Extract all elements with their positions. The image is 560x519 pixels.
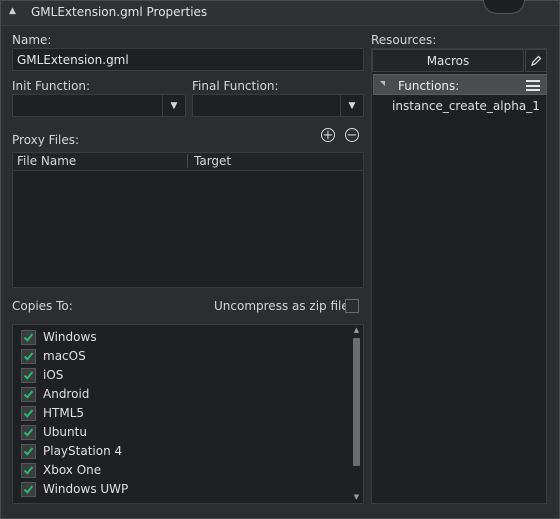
platform-checkbox[interactable]: [21, 330, 36, 345]
final-function-label: Final Function:: [192, 79, 279, 93]
checkmark-icon: [23, 466, 34, 475]
uncompress-checkbox[interactable]: [345, 299, 359, 313]
platform-label: iOS: [43, 368, 64, 382]
function-item[interactable]: instance_create_alpha_1: [392, 99, 540, 113]
scroll-up-icon[interactable]: ▲: [351, 326, 362, 335]
platform-label: PlayStation 4: [43, 444, 123, 458]
checkmark-icon: [23, 485, 34, 494]
functions-header[interactable]: Functions:: [373, 74, 547, 95]
proxy-files-label: Proxy Files:: [12, 133, 80, 147]
column-file-name[interactable]: File Name: [17, 154, 76, 168]
functions-label: Functions:: [398, 79, 460, 93]
platform-checkbox[interactable]: [21, 406, 36, 421]
platform-checkbox[interactable]: [21, 368, 36, 383]
checkmark-icon: [23, 333, 34, 342]
window-notch: [483, 0, 525, 14]
checkmark-icon: [23, 428, 34, 437]
checkmark-icon: [23, 409, 34, 418]
platforms-list[interactable]: Windows macOS iOS Android HTML5 Ubuntu PlaySta…: [12, 324, 364, 504]
init-function-label: Init Function:: [12, 79, 91, 93]
platform-row[interactable]: Ubuntu: [19, 423, 349, 442]
platform-row[interactable]: Windows: [19, 328, 349, 347]
name-label: Name:: [12, 33, 52, 47]
column-target[interactable]: Target: [194, 154, 231, 168]
copies-to-label: Copies To:: [12, 299, 73, 313]
platform-row[interactable]: PlayStation 4: [19, 442, 349, 461]
remove-proxy-icon[interactable]: −: [345, 128, 359, 142]
table-header: File Name Target: [13, 153, 363, 171]
menu-icon[interactable]: [526, 80, 540, 91]
platform-row[interactable]: Xbox One: [19, 461, 349, 480]
macros-button[interactable]: Macros: [372, 49, 524, 72]
resources-panel: Macros Functions: instance_create_alpha_…: [371, 48, 547, 504]
platform-row[interactable]: macOS: [19, 347, 349, 366]
platform-label: Xbox One: [43, 463, 102, 477]
platform-label: HTML5: [43, 406, 85, 420]
chevron-down-icon[interactable]: ▼: [162, 95, 185, 116]
platform-label: Windows UWP: [43, 482, 129, 496]
platform-checkbox[interactable]: [21, 463, 36, 478]
platform-checkbox[interactable]: [21, 349, 36, 364]
macros-label: Macros: [426, 53, 470, 68]
resources-label: Resources:: [371, 33, 437, 47]
platforms-scrollbar[interactable]: ▲ ▼: [351, 326, 362, 502]
column-divider[interactable]: [187, 154, 188, 168]
platform-checkbox[interactable]: [21, 482, 36, 497]
platform-row[interactable]: iOS: [19, 366, 349, 385]
platform-row[interactable]: HTML5: [19, 404, 349, 423]
uncompress-label: Uncompress as zip file: [214, 299, 349, 313]
platform-checkbox[interactable]: [21, 444, 36, 459]
platform-label: Android: [43, 387, 90, 401]
properties-window: ▲ GMLExtension.gml Properties Name: GMLE…: [0, 0, 560, 519]
platform-label: Ubuntu: [43, 425, 87, 439]
window-title: GMLExtension.gml Properties: [31, 5, 208, 19]
scroll-thumb[interactable]: [353, 338, 360, 466]
scroll-down-icon[interactable]: ▼: [351, 493, 362, 502]
platform-label: Windows: [43, 330, 97, 344]
pencil-icon[interactable]: [525, 49, 547, 72]
checkmark-icon: [23, 371, 34, 380]
proxy-files-table[interactable]: File Name Target: [12, 152, 364, 288]
name-input[interactable]: GMLExtension.gml: [12, 48, 364, 71]
add-proxy-icon[interactable]: +: [321, 128, 335, 142]
title-bar[interactable]: ▲ GMLExtension.gml Properties: [1, 0, 559, 26]
final-function-dropdown[interactable]: ▼: [192, 94, 364, 117]
platform-row[interactable]: Windows UWP: [19, 480, 349, 499]
checkmark-icon: [23, 390, 34, 399]
platform-checkbox[interactable]: [21, 387, 36, 402]
collapse-icon[interactable]: ▲: [9, 6, 16, 16]
checkmark-icon: [23, 352, 34, 361]
platform-label: macOS: [43, 349, 86, 363]
init-function-dropdown[interactable]: ▼: [12, 94, 186, 117]
expand-triangle-icon[interactable]: [380, 81, 385, 86]
checkmark-icon: [23, 447, 34, 456]
chevron-down-icon[interactable]: ▼: [340, 95, 363, 116]
platform-row[interactable]: Android: [19, 385, 349, 404]
platform-checkbox[interactable]: [21, 425, 36, 440]
